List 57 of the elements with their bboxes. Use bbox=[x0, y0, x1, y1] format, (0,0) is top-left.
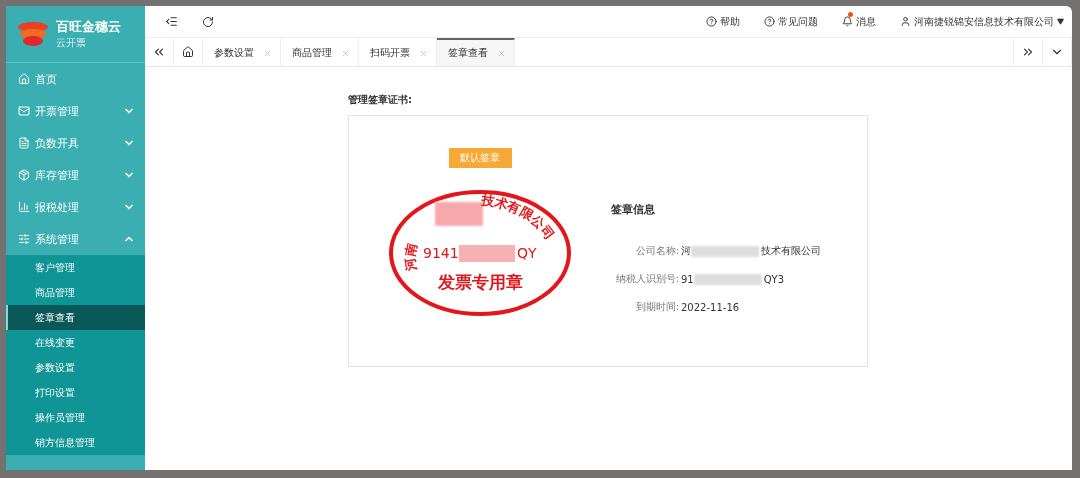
field-value: 91 bbox=[681, 273, 694, 285]
brand-name: 百旺金穗云 bbox=[56, 18, 121, 36]
submenu-item[interactable]: 销方信息管理 bbox=[6, 430, 145, 455]
help-icon bbox=[706, 16, 717, 27]
help-icon bbox=[764, 16, 775, 27]
menu-item[interactable]: 报税处理 bbox=[6, 191, 145, 223]
menu-icon bbox=[18, 201, 30, 213]
menu-icon bbox=[18, 169, 30, 181]
user-icon bbox=[900, 16, 911, 27]
menu-item[interactable]: 系统管理 bbox=[6, 223, 145, 255]
header-link[interactable]: 消息 bbox=[842, 14, 876, 29]
refresh-icon[interactable] bbox=[202, 15, 214, 28]
section-title: 管理签章证书: bbox=[348, 93, 413, 107]
menu-icon bbox=[18, 233, 30, 245]
submenu-item[interactable]: 客户管理 bbox=[6, 255, 145, 280]
field-value: QY3 bbox=[763, 273, 785, 285]
double-chevron-right-icon bbox=[1021, 45, 1035, 59]
field-value: 2022-11-16 bbox=[681, 301, 740, 313]
submenu-item[interactable]: 签章查看 bbox=[6, 305, 145, 330]
brand-subtitle: 云开票 bbox=[56, 36, 87, 50]
submenu-item[interactable]: 打印设置 bbox=[6, 380, 145, 405]
double-chevron-left-icon bbox=[152, 45, 166, 59]
user-menu[interactable]: 河南捷锐锦安信息技术有限公司 bbox=[900, 14, 1064, 29]
submenu-item[interactable]: 操作员管理 bbox=[6, 405, 145, 430]
field-label: 到期时间: bbox=[634, 300, 679, 314]
close-icon bbox=[341, 48, 350, 58]
field-value: 河 bbox=[681, 244, 691, 258]
submenu-item[interactable]: 商品管理 bbox=[6, 280, 145, 305]
field-value: 技术有限公司 bbox=[761, 244, 821, 258]
menu-item[interactable]: 库存管理 bbox=[6, 159, 145, 191]
home-icon bbox=[182, 46, 194, 58]
menu-icon bbox=[18, 105, 30, 117]
field-label: 纳税人识别号: bbox=[614, 272, 679, 286]
submenu-item[interactable]: 在线变更 bbox=[6, 330, 145, 355]
menu-item[interactable]: 首页 bbox=[6, 63, 145, 95]
collapse-menu-icon[interactable] bbox=[165, 15, 178, 28]
bell-icon bbox=[842, 16, 853, 27]
close-icon bbox=[263, 48, 272, 58]
menu-item[interactable]: 开票管理 bbox=[6, 95, 145, 127]
field-label: 公司名称: bbox=[634, 244, 679, 258]
header-link[interactable]: 常见问题 bbox=[764, 14, 818, 29]
header-link[interactable]: 帮助 bbox=[706, 14, 740, 29]
menu-item[interactable]: 负数开具 bbox=[6, 127, 145, 159]
blurred-text bbox=[693, 273, 762, 285]
menu-icon bbox=[18, 73, 30, 85]
menu-icon bbox=[18, 137, 30, 149]
logo-icon bbox=[16, 21, 50, 47]
default-seal-button[interactable]: 默认签章 bbox=[448, 148, 512, 168]
scroll-right-button[interactable] bbox=[1013, 38, 1043, 66]
seal-drawing: 河南 技术有限公司 9141 QY 发票专用章 bbox=[387, 188, 573, 318]
submenu-item[interactable]: 参数设置 bbox=[6, 355, 145, 380]
blurred-text bbox=[691, 245, 759, 257]
caret-icon bbox=[1057, 18, 1064, 25]
tab[interactable]: 签章查看 bbox=[437, 38, 515, 66]
close-icon bbox=[419, 48, 428, 58]
close-icon bbox=[497, 48, 506, 58]
info-title: 签章信息 bbox=[611, 202, 656, 217]
